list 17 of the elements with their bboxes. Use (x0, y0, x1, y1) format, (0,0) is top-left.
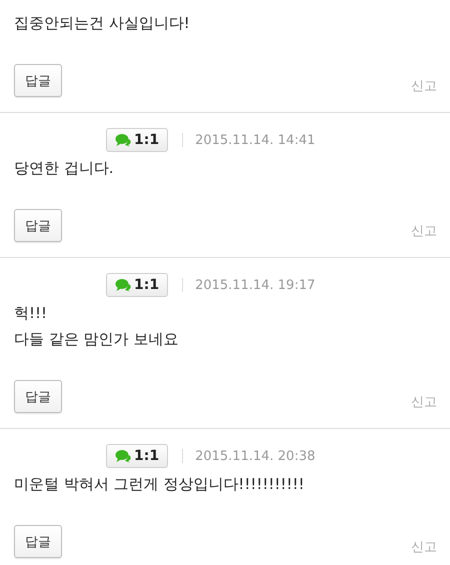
chat-bubbles-icon (115, 278, 132, 292)
chat-badge[interactable]: 1:1 (106, 273, 168, 297)
comment-date: 2015.11.14. 19:17 (195, 278, 316, 292)
comment-text: 헉!!! 다들 같은 맘인가 보네요 (14, 303, 180, 350)
chat-bubbles-icon (115, 133, 132, 147)
chat-badge[interactable]: 1:1 (106, 444, 168, 468)
reply-button[interactable]: 답글 (14, 64, 62, 97)
chat-badge[interactable]: 1:1 (106, 128, 168, 152)
comment-text: 미운털 박혀서 그런게 정상입니다!!!!!!!!!!! (14, 474, 306, 495)
comment-date: 2015.11.14. 20:38 (195, 448, 316, 464)
comment-text: 당연한 겁니다. (14, 158, 115, 179)
reply-button[interactable]: 답글 (14, 209, 62, 242)
reply-button[interactable]: 답글 (14, 380, 62, 413)
comment-date: 2015.11.14. 14:41 (195, 132, 316, 148)
comment-text: 집중안되는건 사실입니다! (14, 13, 191, 34)
reply-button[interactable]: 답글 (14, 525, 62, 558)
chat-bubbles-icon (115, 449, 132, 463)
